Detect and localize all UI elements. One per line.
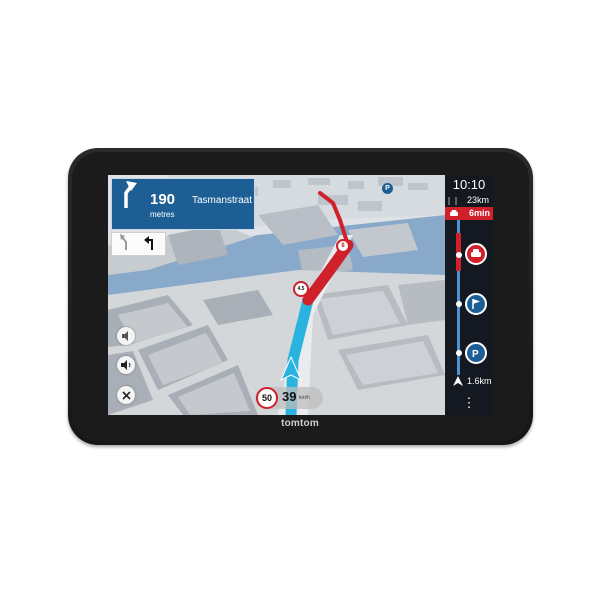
turn-distance-unit: metres: [150, 210, 175, 219]
turn-left-lane-icon: [144, 236, 153, 250]
traffic-jam-node[interactable]: [465, 243, 487, 265]
current-speed: 39: [282, 389, 297, 404]
traffic-delay-time: 6min: [468, 208, 490, 218]
volume-icon: [120, 360, 130, 370]
svg-text:P: P: [472, 349, 479, 360]
route-bar[interactable]: 10:10 23km 6min P 1.6km ⋮: [445, 175, 493, 415]
turn-left-arrow-icon: [124, 181, 137, 208]
route-dot: [455, 252, 462, 258]
traffic-delay[interactable]: 6min: [445, 207, 493, 220]
current-position-icon: [453, 376, 463, 386]
zoom-out-button[interactable]: [117, 327, 135, 345]
poi-label: 8: [341, 243, 345, 249]
route-dot: [455, 350, 462, 356]
instruction-panel[interactable]: 190 metres Tasmanstraat: [111, 178, 255, 256]
next-turn-panel[interactable]: 190 metres Tasmanstraat: [111, 178, 255, 230]
map-view[interactable]: 4.5 8 P 190 metres Tasmanstraat 50 39 km…: [108, 175, 445, 415]
flag-icon: [472, 299, 480, 309]
speed-panel: 50 39 km/h: [255, 387, 323, 409]
distance-remaining: 23km: [466, 195, 489, 205]
parking-node[interactable]: P: [465, 342, 487, 364]
lane-guidance: [111, 232, 166, 256]
clock: 10:10: [452, 177, 486, 192]
traffic-jam-icon: [471, 249, 481, 257]
speed-unit: km/h: [299, 395, 310, 401]
speed-camera-marker[interactable]: 4.5: [293, 281, 309, 297]
distance-flag-icon: [448, 197, 457, 205]
speed-camera-label: 4.5: [297, 286, 305, 292]
car-icon: [450, 210, 458, 216]
street-name: Tasmanstraat: [192, 195, 253, 206]
screen: 4.5 8 P 190 metres Tasmanstraat 50 39 km…: [108, 175, 493, 415]
brand-logo: tomtom: [281, 418, 319, 429]
parking-map-icon[interactable]: P: [382, 183, 393, 194]
poi-marker[interactable]: 8: [336, 239, 350, 253]
close-button[interactable]: [117, 386, 135, 404]
slight-left-lane-icon: [120, 234, 127, 250]
flag-node[interactable]: [465, 293, 487, 315]
route-dot: [455, 301, 462, 307]
zoom-out-icon: [122, 331, 128, 341]
speed-limit-sign: 50: [256, 387, 278, 409]
volume-button[interactable]: [117, 356, 135, 374]
close-icon: [121, 390, 131, 400]
main-menu-button[interactable]: ⋮: [445, 391, 493, 415]
next-distance: 1.6km: [467, 376, 492, 386]
turn-distance: 190: [150, 191, 176, 208]
parking-icon: P: [472, 349, 479, 360]
